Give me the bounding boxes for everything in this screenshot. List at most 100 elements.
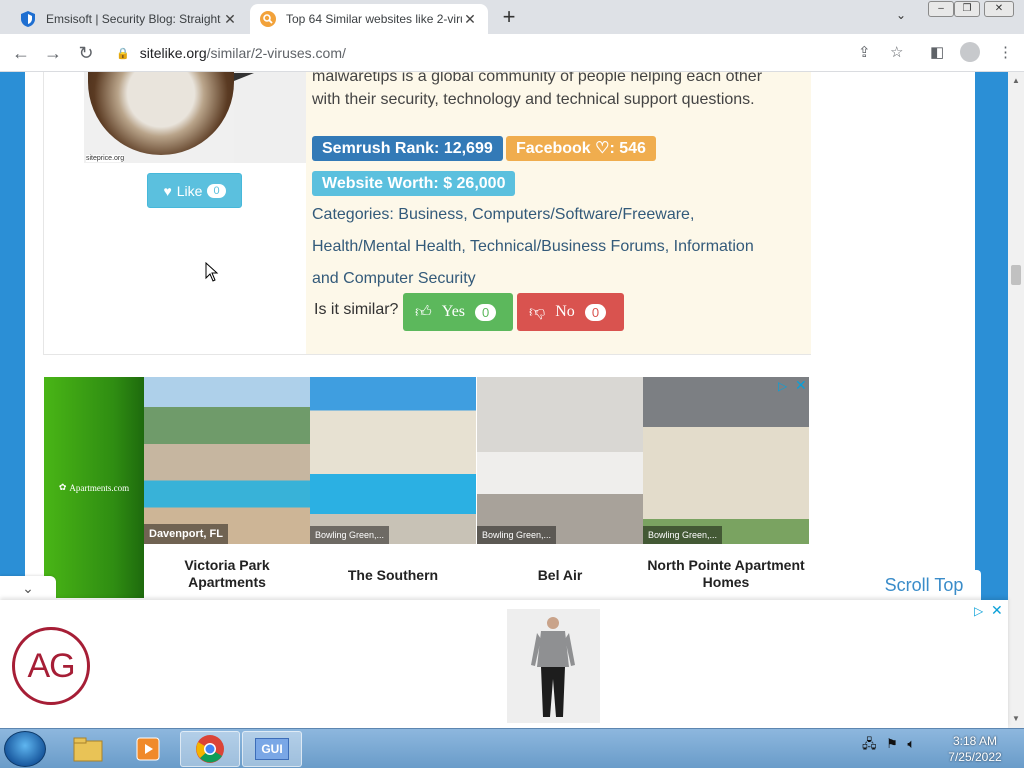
- ad-close-icon[interactable]: ✕: [795, 377, 807, 394]
- categories-prefix: Categories:: [312, 206, 399, 223]
- gui-label: GUI: [255, 738, 289, 760]
- facebook-likes-badge: Facebook ♡: 546: [506, 136, 656, 161]
- apartments-brand-logo[interactable]: ✿ Apartments.com: [44, 377, 144, 598]
- tab-strip: Emsisoft | Security Blog: Straight ✕ Top…: [0, 0, 1024, 34]
- bottom-sticky-ad[interactable]: AG ▷ ✕: [0, 600, 1008, 728]
- lock-icon: 🔒: [116, 47, 130, 60]
- listing-name: North Pointe Apartment Homes: [647, 557, 805, 590]
- listing-name: The Southern: [347, 567, 439, 583]
- scroll-down-arrow-icon[interactable]: ▼: [1012, 714, 1020, 723]
- apartments-ad[interactable]: ✿ Apartments.com Davenport, FL Victoria …: [44, 377, 810, 598]
- chrome-taskbar-icon[interactable]: [180, 731, 240, 767]
- listing-name: Victoria Park Apartments: [184, 557, 270, 590]
- tab-search-chevron-icon[interactable]: ⌄: [896, 8, 906, 22]
- system-tray: 🖧 ⚑ 🔈︎: [862, 735, 915, 757]
- taskbar-clock[interactable]: 3:18 AM 7/25/2022: [940, 733, 1010, 765]
- site-thumbnail[interactable]: siteprice.org: [84, 72, 306, 163]
- site-details: malwaretips is a global community of peo…: [306, 72, 811, 354]
- dog-photo: [88, 72, 234, 155]
- minimize-button[interactable]: –: [928, 1, 954, 17]
- menu-kebab-icon[interactable]: ⋮: [998, 43, 1013, 61]
- scrollbar-thumb[interactable]: [1011, 265, 1021, 285]
- clock-date: 7/25/2022: [948, 750, 1002, 764]
- tab-title: Emsisoft | Security Blog: Straight: [46, 12, 221, 26]
- share-icon[interactable]: ⇪: [858, 43, 871, 61]
- bookmark-star-icon[interactable]: ☆: [890, 43, 903, 61]
- apartments-brand-name: Apartments.com: [69, 482, 130, 493]
- side-panel-icon[interactable]: ◧: [930, 43, 944, 61]
- url-path: /similar/2-viruses.com/: [206, 45, 346, 61]
- no-label: No: [555, 303, 575, 320]
- sitelike-search-icon: [260, 11, 276, 27]
- new-tab-button[interactable]: +: [498, 6, 520, 28]
- collapse-ad-chevron-icon[interactable]: ⌄: [0, 576, 56, 600]
- scroll-top-button[interactable]: Scroll Top: [867, 570, 981, 600]
- category-link[interactable]: Technical/Business Forums: [470, 238, 665, 255]
- like-button[interactable]: ♥ Like 0: [147, 173, 242, 208]
- ad-listing[interactable]: Bowling Green,... North Pointe Apartment…: [643, 377, 809, 598]
- tab-title: Top 64 Similar websites like 2-viruses: [286, 12, 462, 26]
- yes-count: 0: [475, 303, 497, 321]
- media-player-taskbar-icon[interactable]: [118, 731, 178, 767]
- vote-yes-button[interactable]: 👍︎ Yes 0: [403, 293, 513, 331]
- ad-listing[interactable]: Bowling Green,... Bel Air: [477, 377, 643, 598]
- like-label: Like: [176, 182, 203, 199]
- address-bar: ← → ↻ 🔒 sitelike.org/similar/2-viruses.c…: [0, 34, 1024, 72]
- website-worth-badge: Website Worth: $ 26,000: [312, 171, 516, 196]
- action-center-flag-icon[interactable]: ⚑: [886, 736, 898, 751]
- adchoices-icon[interactable]: ▷: [974, 604, 983, 618]
- description-line: with their security, technology and tech…: [312, 91, 755, 108]
- yes-label: Yes: [441, 303, 466, 320]
- profile-avatar-icon[interactable]: [960, 42, 980, 62]
- url-host: sitelike.org: [139, 45, 207, 61]
- listing-location: Davenport, FL: [144, 524, 228, 544]
- start-orb-icon[interactable]: [4, 731, 46, 767]
- screen: { "browser": { "tabs": [ {"title": "Emsi…: [0, 0, 1024, 768]
- vote-no-button[interactable]: 👎︎ No 0: [517, 293, 624, 331]
- gui-app-taskbar-icon[interactable]: GUI: [242, 731, 302, 767]
- description-line: malwaretips is a global community of peo…: [312, 72, 763, 85]
- clock-time: 3:18 AM: [952, 734, 998, 748]
- page-scrollbar[interactable]: ▲ ▼: [1008, 72, 1024, 728]
- similar-question: Is it similar?: [314, 301, 399, 318]
- forward-arrow-icon[interactable]: →: [42, 42, 64, 64]
- tab-sitelike[interactable]: Top 64 Similar websites like 2-viruses ✕: [250, 4, 488, 34]
- listing-location: Bowling Green,...: [643, 526, 723, 544]
- close-tab-icon[interactable]: ✕: [222, 11, 238, 28]
- listing-photo: Bowling Green,...: [643, 377, 809, 544]
- semrush-rank-badge: Semrush Rank: 12,699: [312, 136, 503, 161]
- thumbs-down-icon: 👎︎: [529, 303, 546, 321]
- emsisoft-shield-icon: [20, 11, 36, 27]
- url-field[interactable]: 🔒 sitelike.org/similar/2-viruses.com/: [108, 39, 888, 67]
- site-description: malwaretips is a global community of peo…: [312, 72, 802, 111]
- thumbs-up-icon: 👍︎: [415, 303, 432, 321]
- apartments-flower-icon: ✿: [58, 482, 67, 492]
- explorer-taskbar-icon[interactable]: [58, 731, 118, 767]
- volume-icon[interactable]: 🔈︎: [907, 736, 915, 751]
- adchoices-icon[interactable]: ▷: [778, 379, 787, 393]
- restore-button[interactable]: ❐: [954, 1, 980, 17]
- scroll-up-arrow-icon[interactable]: ▲: [1012, 76, 1020, 85]
- tab-emsisoft[interactable]: Emsisoft | Security Blog: Straight ✕: [10, 4, 248, 34]
- close-window-button[interactable]: ✕: [984, 1, 1014, 17]
- ag-brand-logo[interactable]: AG: [12, 627, 90, 705]
- product-photo[interactable]: [507, 609, 600, 723]
- close-tab-icon[interactable]: ✕: [462, 11, 478, 28]
- category-link[interactable]: Computers/Software/Freeware: [472, 206, 690, 223]
- back-arrow-icon[interactable]: ←: [10, 42, 32, 64]
- category-link[interactable]: Health/Mental Health: [312, 238, 461, 255]
- network-icon[interactable]: 🖧: [862, 736, 877, 751]
- mouse-cursor-icon: [205, 261, 219, 287]
- ad-listing[interactable]: Bowling Green,... The Southern: [310, 377, 476, 598]
- reload-icon[interactable]: ↻: [75, 42, 97, 64]
- ad-close-icon[interactable]: ✕: [991, 602, 1003, 619]
- like-count: 0: [207, 183, 226, 198]
- ad-listing[interactable]: Davenport, FL Victoria Park Apartments: [144, 377, 310, 598]
- heart-icon: ♥: [163, 182, 172, 199]
- listing-name: Bel Air: [537, 567, 583, 583]
- categories: Categories: Business, Computers/Software…: [312, 206, 754, 287]
- listing-location: Bowling Green,...: [310, 526, 390, 544]
- windows-taskbar: GUI 🖧 ⚑ 🔈︎ 3:18 AM 7/25/2022: [0, 728, 1024, 768]
- similar-site-card: siteprice.org ♥ Like 0 malwaretips is a …: [43, 72, 811, 355]
- category-link[interactable]: Business: [398, 206, 463, 223]
